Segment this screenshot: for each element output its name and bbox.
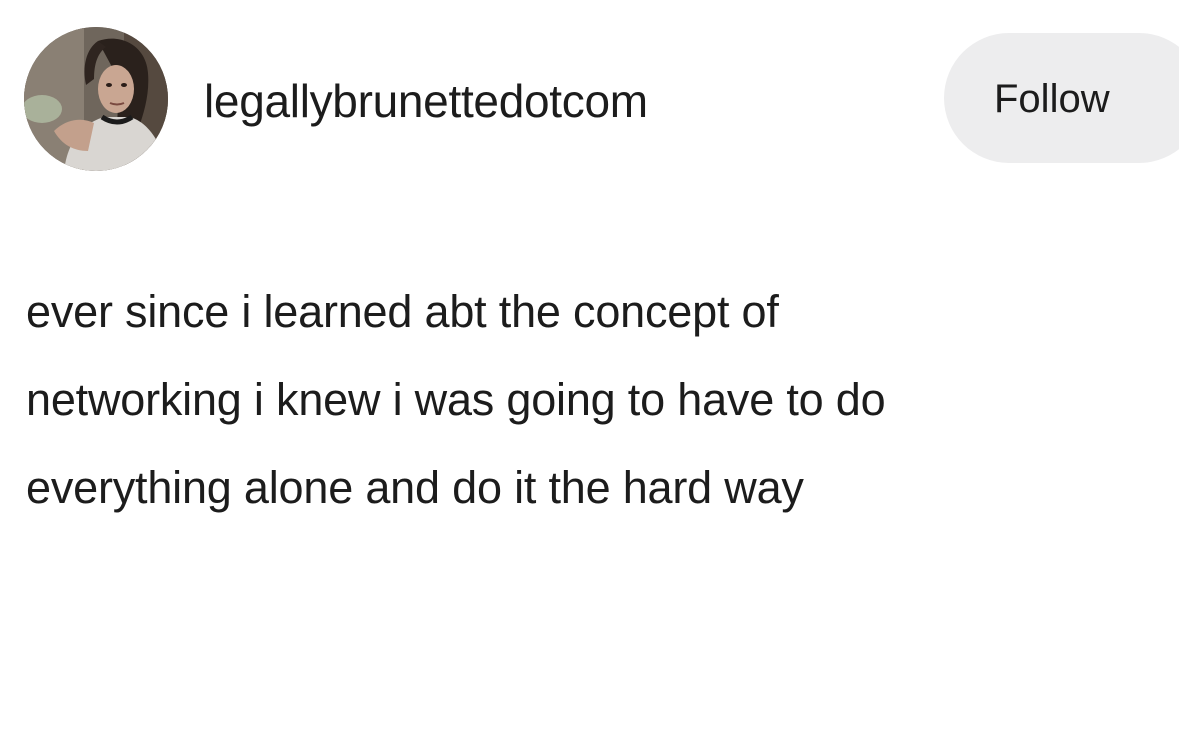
follow-button-label: Follow — [994, 77, 1110, 121]
post-text-line: networking i knew i was going to have to… — [26, 374, 886, 425]
avatar[interactable] — [24, 27, 168, 171]
post-text-line: ever since i learned abt the concept of — [26, 286, 779, 337]
follow-button[interactable]: Follow — [944, 33, 1179, 163]
username[interactable]: legallybrunettedotcom — [204, 73, 648, 129]
post-card: legallybrunettedotcom Follow ever since … — [0, 0, 1179, 746]
post-header: legallybrunettedotcom Follow — [24, 27, 1179, 173]
post-text-line: everything alone and do it the hard way — [26, 462, 804, 513]
profile-photo-icon — [24, 27, 168, 171]
post-text: ever since i learned abt the concept of … — [26, 268, 1166, 532]
